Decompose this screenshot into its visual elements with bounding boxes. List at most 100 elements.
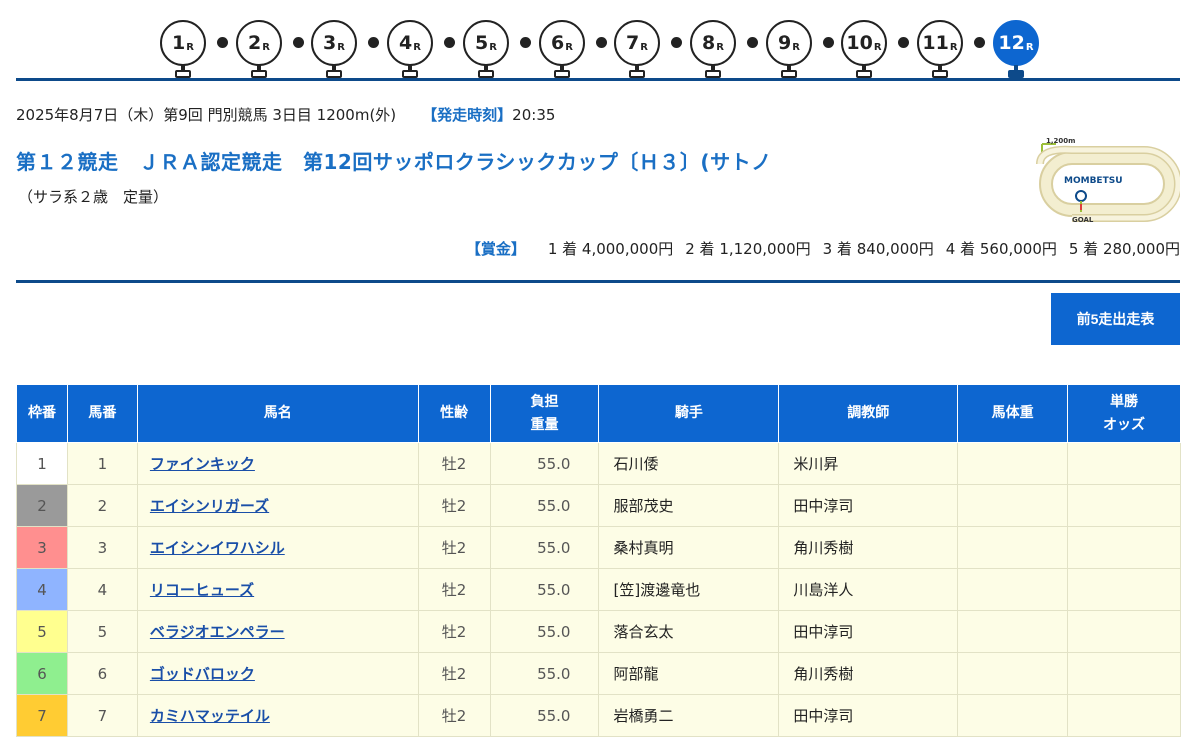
header-body-weight: 馬体重 <box>957 384 1069 443</box>
prize-4th: 4 着 560,000円 <box>945 240 1057 258</box>
sex-age-cell: 牡2 <box>417 610 491 653</box>
umaban-cell: 2 <box>66 484 138 527</box>
prize-2nd: 2 着 1,120,000円 <box>685 240 811 258</box>
race-tab-6[interactable]: 6R <box>539 20 587 80</box>
horse-name-cell: ゴッドバロック <box>136 652 419 695</box>
horse-name-link[interactable]: ファインキック <box>150 455 255 473</box>
weight-cell: 55.0 <box>489 526 600 569</box>
header-odds: 単勝 オッズ <box>1067 384 1181 443</box>
sex-age-cell: 牡2 <box>417 694 491 737</box>
race-tab-foot <box>175 70 191 78</box>
trainer-cell: 川島洋人 <box>778 568 959 611</box>
start-time-label: 【発走時刻】 <box>422 106 513 124</box>
prize-money: 【賞金】 1 着 4,000,000円 2 着 1,120,000円 3 着 840,… <box>466 238 1180 259</box>
waku-cell: 1 <box>16 442 68 485</box>
race-number-button[interactable]: 5R <box>463 20 509 66</box>
race-tab-9[interactable]: 9R <box>766 20 814 80</box>
race-suffix: R <box>413 41 421 53</box>
race-number-button[interactable]: 6R <box>539 20 585 66</box>
trainer-cell: 田中淳司 <box>778 484 959 527</box>
odds-cell <box>1067 526 1181 569</box>
race-number: 1 <box>172 32 186 54</box>
horse-name-link[interactable]: エイシンイワハシル <box>150 539 285 557</box>
body-weight-cell <box>957 526 1069 569</box>
body-weight-cell <box>957 484 1069 527</box>
race-separator-dot <box>898 37 909 48</box>
waku-cell: 2 <box>16 484 68 527</box>
section-divider <box>16 280 1180 283</box>
jockey-cell: 落合玄太 <box>598 610 780 653</box>
body-weight-cell <box>957 694 1069 737</box>
race-number-button[interactable]: 8R <box>690 20 736 66</box>
jockey-cell: 石川倭 <box>598 442 780 485</box>
table-row: 3 3 エイシンイワハシル 牡2 55.0 桑村真明 角川秀樹 <box>16 526 1181 569</box>
race-number: 8 <box>702 32 716 54</box>
table-header-row: 枠番 馬番 馬名 性齢 負担 重量 騎手 調教師 馬体重 単勝 オッズ <box>16 384 1181 443</box>
body-weight-cell <box>957 568 1069 611</box>
odds-cell <box>1067 610 1181 653</box>
race-tab-4[interactable]: 4R <box>387 20 435 80</box>
horse-name-link[interactable]: ゴッドバロック <box>150 665 255 683</box>
race-tab-2[interactable]: 2R <box>236 20 284 80</box>
horse-name-link[interactable]: ベラジオエンペラー <box>150 623 285 641</box>
header-jockey: 騎手 <box>598 384 780 443</box>
header-odds-line2: オッズ <box>1103 416 1146 433</box>
horse-name-cell: ベラジオエンペラー <box>136 610 419 653</box>
race-suffix: R <box>716 41 724 53</box>
race-number-button[interactable]: 2R <box>236 20 282 66</box>
table-row: 7 7 カミハマッテイル 牡2 55.0 岩橋勇二 田中淳司 <box>16 694 1181 737</box>
odds-cell <box>1067 442 1181 485</box>
race-tab-7[interactable]: 7R <box>614 20 662 80</box>
race-tab-foot <box>554 70 570 78</box>
race-number: 6 <box>551 32 565 54</box>
race-suffix: R <box>792 41 800 53</box>
race-number-button[interactable]: 1R <box>160 20 206 66</box>
header-trainer: 調教師 <box>778 384 959 443</box>
race-number-button[interactable]: 3R <box>311 20 357 66</box>
trainer-cell: 米川昇 <box>778 442 959 485</box>
race-number-button[interactable]: 7R <box>614 20 660 66</box>
race-number: 11 <box>922 32 949 54</box>
waku-cell: 7 <box>16 694 68 737</box>
race-tab-1[interactable]: 1R <box>160 20 208 80</box>
header-horse-name: 馬名 <box>136 384 419 443</box>
race-number-button[interactable]: 4R <box>387 20 433 66</box>
race-number-button[interactable]: 11 R <box>917 20 963 66</box>
race-separator-dot <box>368 37 379 48</box>
horse-name-link[interactable]: カミハマッテイル <box>150 707 270 725</box>
header-weight-line1: 負担 <box>530 394 559 411</box>
race-suffix: R <box>949 41 958 53</box>
prize-1st: 1 着 4,000,000円 <box>547 240 674 258</box>
race-tab-11[interactable]: 11 R <box>917 20 965 80</box>
horse-name-link[interactable]: エイシンリガーズ <box>150 497 269 515</box>
race-number-button[interactable]: 10 R <box>841 20 887 66</box>
race-tab-8[interactable]: 8R <box>690 20 738 80</box>
header-weight-line2: 重量 <box>530 416 559 433</box>
race-date-venue: 2025年8月7日（木）第9回 門別競馬 3日目 1200m(外) <box>16 106 397 124</box>
waku-cell: 6 <box>16 652 68 695</box>
umaban-cell: 6 <box>66 652 138 695</box>
header-odds-line1: 単勝 <box>1110 394 1139 411</box>
race-number-button[interactable]: 9R <box>766 20 812 66</box>
weight-cell: 55.0 <box>489 568 600 611</box>
past-5-races-button[interactable]: 前5走出走表 <box>1051 293 1180 345</box>
race-tab-5[interactable]: 5R <box>463 20 511 80</box>
race-tab-10[interactable]: 10 R <box>841 20 889 80</box>
table-row: 5 5 ベラジオエンペラー 牡2 55.0 落合玄太 田中淳司 <box>16 610 1181 653</box>
race-suffix: R <box>1025 41 1034 53</box>
race-number-button[interactable]: 12 R <box>993 20 1039 66</box>
race-number: 5 <box>475 32 489 54</box>
weight-cell: 55.0 <box>489 484 600 527</box>
race-conditions: （サラ系２歳 定量） <box>18 188 169 206</box>
horse-name-link[interactable]: リコーヒューズ <box>150 581 254 599</box>
race-tab-12[interactable]: 12 R <box>993 20 1041 80</box>
race-separator-dot <box>823 37 834 48</box>
body-weight-cell <box>957 610 1069 653</box>
horse-name-cell: リコーヒューズ <box>136 568 419 611</box>
umaban-cell: 4 <box>66 568 138 611</box>
horse-name-cell: カミハマッテイル <box>136 694 419 737</box>
horse-name-cell: エイシンイワハシル <box>136 526 419 569</box>
race-tab-3[interactable]: 3R <box>311 20 359 80</box>
jockey-cell: 服部茂史 <box>598 484 780 527</box>
race-tab-foot <box>856 70 872 78</box>
